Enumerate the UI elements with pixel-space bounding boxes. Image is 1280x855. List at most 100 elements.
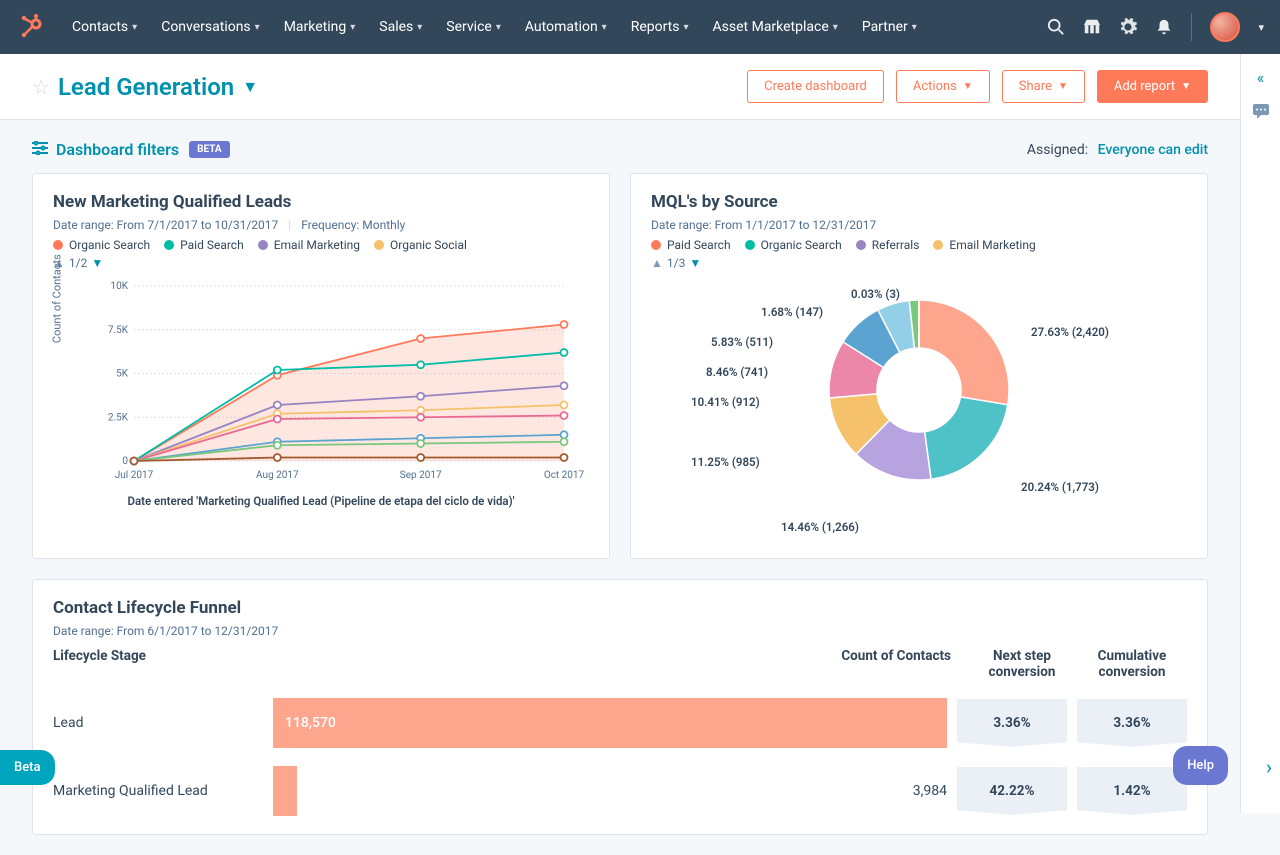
- legend-label: Paid Search: [180, 238, 244, 252]
- bell-icon[interactable]: [1155, 18, 1173, 36]
- legend-dot: [651, 240, 661, 250]
- assigned-label: Assigned:: [1027, 142, 1088, 158]
- chevron-down-icon[interactable]: ▼: [242, 77, 258, 97]
- funnel-bar: 118,570: [273, 698, 947, 748]
- y-axis-label: Count of Contacts: [51, 254, 64, 343]
- hubspot-logo[interactable]: [16, 12, 46, 42]
- chevron-down-icon: ▾: [833, 22, 838, 33]
- nav-label: Asset Marketplace: [713, 19, 829, 35]
- legend-dot: [53, 240, 63, 250]
- beta-fab[interactable]: Beta: [0, 750, 55, 785]
- avatar[interactable]: [1210, 12, 1240, 42]
- create-dashboard-button[interactable]: Create dashboard: [747, 70, 884, 103]
- nav-item[interactable]: Contacts ▾: [62, 11, 147, 43]
- help-fab[interactable]: Help: [1173, 746, 1228, 785]
- chevron-down-icon[interactable]: ▾: [1258, 21, 1264, 34]
- chevron-down-icon: ▼: [1058, 81, 1068, 92]
- donut-slice-label: 20.24% (1,773): [1021, 480, 1099, 494]
- nav-label: Contacts: [72, 19, 128, 35]
- nav-label: Partner: [862, 19, 908, 35]
- series-pager[interactable]: ▲ 1/3 ▼: [651, 256, 1187, 270]
- col-count: Count of Contacts: [827, 648, 967, 680]
- legend-item[interactable]: Organic Search: [745, 238, 842, 252]
- add-report-button[interactable]: Add report▼: [1097, 70, 1208, 103]
- add-report-label: Add report: [1114, 79, 1175, 94]
- nav-item[interactable]: Service▾: [436, 11, 511, 43]
- chevron-down-icon: ▾: [132, 22, 137, 33]
- nav-item[interactable]: Reports▾: [621, 11, 699, 43]
- legend-label: Organic Search: [761, 238, 842, 252]
- next-conversion: 42.22%: [957, 767, 1067, 815]
- svg-text:0: 0: [122, 456, 128, 467]
- nav-label: Sales: [379, 19, 413, 35]
- actions-button[interactable]: Actions▼: [896, 70, 990, 103]
- legend-dot: [374, 240, 384, 250]
- actions-label: Actions: [913, 79, 957, 94]
- nav-item[interactable]: Conversations▾: [151, 11, 270, 43]
- svg-text:5K: 5K: [116, 369, 129, 380]
- next-conversion: 3.36%: [957, 699, 1067, 747]
- legend-dot: [933, 240, 943, 250]
- legend-dot: [258, 240, 268, 250]
- nav-item[interactable]: Asset Marketplace ▾: [703, 11, 848, 43]
- comment-icon[interactable]: [1252, 103, 1270, 123]
- legend-item[interactable]: Email Marketing: [933, 238, 1035, 252]
- assigned-value-link[interactable]: Everyone can edit: [1098, 142, 1208, 158]
- page-header: ☆ Lead Generation ▼ Create dashboard Act…: [0, 54, 1240, 120]
- star-icon[interactable]: ☆: [32, 75, 50, 99]
- nav-item[interactable]: Marketing▾: [274, 11, 366, 43]
- legend: Paid Search Organic Search Referrals Email …: [651, 238, 1187, 252]
- collapse-icon[interactable]: «: [1257, 68, 1265, 87]
- donut-slice-label: 14.46% (1,266): [781, 520, 859, 534]
- svg-text:Oct 2017: Oct 2017: [544, 470, 585, 481]
- svg-text:Sep 2017: Sep 2017: [400, 470, 442, 481]
- card-title: New Marketing Qualified Leads: [53, 192, 589, 212]
- top-nav: Contacts▾Conversations▾Marketing▾Sales▾S…: [0, 0, 1280, 54]
- date-range: Date range: From 7/1/2017 to 10/31/2017: [53, 218, 278, 232]
- legend-item[interactable]: Paid Search: [651, 238, 731, 252]
- separator: |: [288, 218, 291, 232]
- dashboard-filters-link[interactable]: Dashboard filters: [56, 140, 179, 159]
- nav-label: Automation: [525, 19, 598, 35]
- beta-badge: BETA: [189, 141, 230, 158]
- expand-arrow-icon[interactable]: ›: [1266, 755, 1272, 779]
- nav-label: Service: [446, 19, 492, 35]
- nav-item[interactable]: Partner▾: [852, 11, 927, 43]
- gear-icon[interactable]: [1119, 18, 1137, 36]
- triangle-up-icon[interactable]: ▲: [651, 256, 663, 270]
- legend-item[interactable]: Organic Search: [53, 238, 150, 252]
- svg-text:2.5K: 2.5K: [108, 412, 129, 423]
- series-pager[interactable]: ▲ 1/2 ▼: [53, 256, 589, 270]
- triangle-down-icon[interactable]: ▼: [689, 256, 701, 270]
- donut-slice-label: 10.41% (912): [691, 395, 760, 409]
- svg-text:Jul 2017: Jul 2017: [115, 470, 154, 481]
- triangle-down-icon[interactable]: ▼: [91, 256, 103, 270]
- cumulative-conversion: 1.42%: [1077, 767, 1187, 815]
- legend-item[interactable]: Referrals: [856, 238, 920, 252]
- col-stage: Lifecycle Stage: [53, 648, 273, 680]
- funnel-stage: Marketing Qualified Lead: [53, 783, 273, 799]
- share-button[interactable]: Share▼: [1002, 70, 1085, 103]
- page-title[interactable]: Lead Generation: [58, 73, 234, 101]
- legend-item[interactable]: Email Marketing: [258, 238, 360, 252]
- funnel-row: Lead 118,570 3.36% 3.36%: [53, 698, 1187, 748]
- card-mqls-by-source: MQL's by Source Date range: From 1/1/201…: [630, 173, 1208, 559]
- date-range: Date range: From 6/1/2017 to 12/31/2017: [53, 624, 278, 638]
- legend-label: Referrals: [872, 238, 920, 252]
- search-icon[interactable]: [1047, 18, 1065, 36]
- legend-item[interactable]: Paid Search: [164, 238, 244, 252]
- nav-divider: [1191, 13, 1192, 41]
- legend: Organic Search Paid Search Email Marketing…: [53, 238, 589, 252]
- nav-item[interactable]: Sales ▾: [369, 11, 432, 43]
- col-next: Next step conversion: [967, 648, 1077, 680]
- chevron-down-icon: ▾: [602, 22, 607, 33]
- nav-item[interactable]: Automation ▾: [515, 11, 617, 43]
- card-title: Contact Lifecycle Funnel: [53, 598, 1187, 618]
- card-new-mqls: New Marketing Qualified Leads Date range…: [32, 173, 610, 559]
- filter-icon[interactable]: [32, 140, 48, 159]
- chevron-down-icon: ▾: [417, 22, 422, 33]
- legend-label: Email Marketing: [949, 238, 1035, 252]
- funnel-count: 3,984: [913, 783, 947, 799]
- legend-item[interactable]: Organic Social: [374, 238, 467, 252]
- marketplace-icon[interactable]: [1083, 18, 1101, 36]
